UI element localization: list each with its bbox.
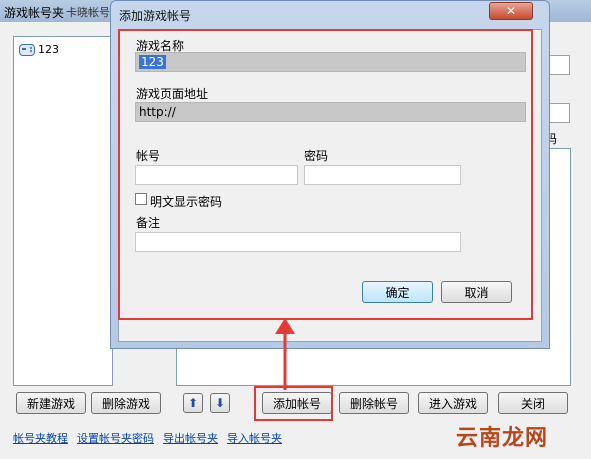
game-url-field[interactable]: http://: [135, 102, 526, 122]
password-label: 密码: [304, 149, 329, 163]
game-list-item-label: 123: [38, 43, 59, 56]
arrow-down-icon: ⬇: [214, 396, 226, 410]
cancel-button[interactable]: 取消: [441, 281, 512, 303]
ok-button[interactable]: 确定: [362, 281, 433, 303]
dialog-close-button[interactable]: ✕: [489, 2, 533, 20]
move-up-button[interactable]: ⬆: [183, 393, 203, 413]
show-password-checkbox[interactable]: [135, 193, 147, 205]
footer-links: 帐号夹教程 设置帐号夹密码 导出帐号夹 导入帐号夹: [13, 430, 282, 446]
close-button[interactable]: 关闭: [498, 392, 568, 414]
account-label: 帐号: [136, 149, 161, 163]
delete-game-button[interactable]: 删除游戏: [91, 392, 161, 414]
new-game-button[interactable]: 新建游戏: [16, 392, 86, 414]
move-down-button[interactable]: ⬇: [210, 393, 230, 413]
gamepad-icon: [19, 43, 35, 56]
account-field[interactable]: [135, 165, 298, 185]
enter-game-button[interactable]: 进入游戏: [418, 392, 488, 414]
arrow-up-icon: ⬆: [187, 396, 199, 410]
show-password-label: 明文显示密码: [150, 195, 223, 209]
right-field-1: [548, 55, 570, 75]
link-import[interactable]: 导入帐号夹: [227, 430, 282, 446]
game-url-label: 游戏页面地址: [136, 87, 209, 101]
link-tutorial[interactable]: 帐号夹教程: [13, 430, 68, 446]
note-field[interactable]: [135, 232, 461, 252]
password-field[interactable]: [304, 165, 461, 185]
close-icon: ✕: [505, 4, 517, 18]
game-list[interactable]: 123: [13, 36, 113, 386]
main-window-title: 游戏帐号夹: [4, 6, 65, 20]
note-label: 备注: [136, 216, 161, 230]
link-export[interactable]: 导出帐号夹: [163, 430, 218, 446]
link-set-password[interactable]: 设置帐号夹密码: [77, 430, 154, 446]
annotation-arrow-icon: [275, 318, 295, 390]
game-list-item[interactable]: 123: [19, 43, 59, 56]
game-name-field[interactable]: 123: [135, 52, 526, 72]
dialog-title: 添加游戏帐号: [119, 9, 192, 23]
watermark: 云南龙网: [456, 426, 549, 451]
delete-account-button[interactable]: 删除帐号: [339, 392, 409, 414]
right-field-2: [548, 103, 570, 123]
